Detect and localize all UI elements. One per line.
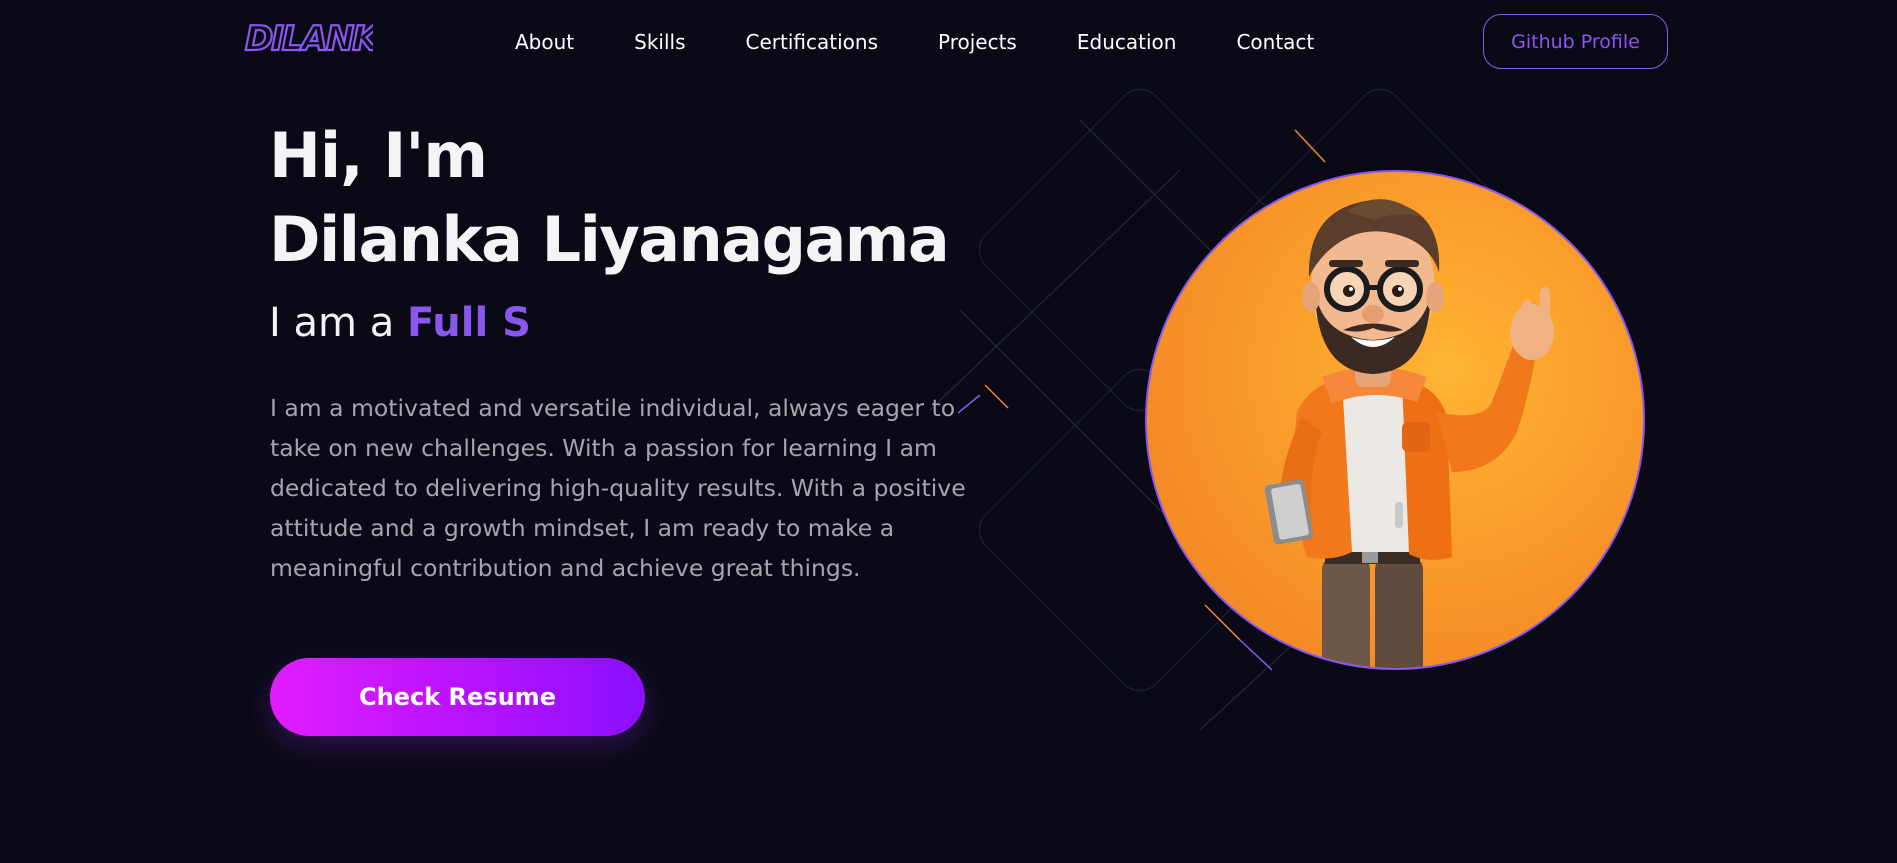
hero-greeting: Hi, I'm xyxy=(269,119,488,192)
main-nav: About Skills Certifications Projects Edu… xyxy=(515,26,1314,58)
nav-item-certifications[interactable]: Certifications xyxy=(746,26,878,58)
logo-mark: DILANKA xyxy=(244,18,373,60)
role-prefix: I am a xyxy=(269,300,395,346)
nav-item-skills[interactable]: Skills xyxy=(634,26,685,58)
logo[interactable]: DILANKA xyxy=(243,16,373,60)
nav-item-education[interactable]: Education xyxy=(1077,26,1177,58)
developer-avatar-illustration-icon xyxy=(1264,199,1554,668)
role-typed-text: Full S xyxy=(406,300,531,346)
nav-item-about[interactable]: About xyxy=(515,26,574,58)
bio-paragraph: I am a motivated and versatile individua… xyxy=(270,393,966,582)
nav-item-contact[interactable]: Contact xyxy=(1236,26,1314,58)
avatar xyxy=(1145,170,1645,670)
role-line: I am a Full S xyxy=(269,298,531,348)
github-profile-button[interactable]: Github Profile xyxy=(1483,14,1668,69)
check-resume-button[interactable]: Check Resume xyxy=(270,658,645,736)
nav-item-projects[interactable]: Projects xyxy=(938,26,1017,58)
logo-text: DILANKA xyxy=(245,19,373,59)
hero-name: Dilanka Liyanagama xyxy=(269,203,950,276)
